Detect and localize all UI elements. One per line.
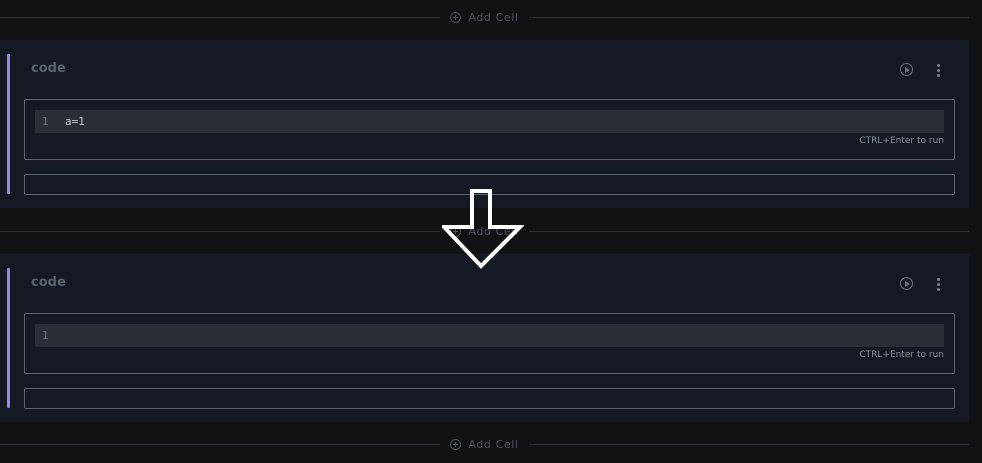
divider-line bbox=[0, 230, 441, 232]
add-cell-button-bottom[interactable]: Add Cell bbox=[440, 438, 528, 451]
add-cell-label: Add Cell bbox=[468, 437, 519, 451]
down-arrow-icon bbox=[442, 189, 524, 269]
play-circle-icon[interactable] bbox=[900, 63, 913, 76]
line-number: 1 bbox=[42, 329, 49, 342]
notebook-page: Add Cell code 1 a=1 CTRL+Enter to run Ad… bbox=[0, 0, 982, 463]
cell-type-label: code bbox=[31, 275, 66, 290]
more-vertical-icon[interactable] bbox=[933, 276, 945, 292]
code-line[interactable]: 1 a=1 bbox=[35, 110, 944, 133]
run-hint: CTRL+Enter to run bbox=[859, 350, 944, 360]
run-hint: CTRL+Enter to run bbox=[859, 136, 944, 146]
plus-circle-icon bbox=[450, 438, 462, 450]
cell-accent-bar bbox=[7, 54, 10, 194]
divider-line bbox=[528, 443, 969, 445]
code-line[interactable]: 1 bbox=[35, 324, 944, 347]
add-cell-label: Add Cell bbox=[468, 10, 519, 24]
divider-line bbox=[528, 16, 969, 18]
line-number: 1 bbox=[42, 115, 49, 128]
divider-line bbox=[0, 16, 441, 18]
code-text[interactable]: a=1 bbox=[63, 115, 85, 128]
code-cell-1[interactable]: code 1 a=1 CTRL+Enter to run bbox=[0, 40, 969, 208]
cell-type-label: code bbox=[31, 61, 66, 76]
add-cell-divider-bottom: Add Cell bbox=[0, 434, 969, 454]
add-cell-button-top[interactable]: Add Cell bbox=[440, 11, 528, 24]
cell-accent-bar bbox=[7, 268, 10, 408]
divider-line bbox=[0, 443, 441, 445]
plus-circle-icon bbox=[450, 11, 462, 23]
cell-output bbox=[24, 388, 955, 409]
code-editor[interactable]: 1 CTRL+Enter to run bbox=[24, 313, 955, 374]
play-circle-icon[interactable] bbox=[900, 277, 913, 290]
code-editor[interactable]: 1 a=1 CTRL+Enter to run bbox=[24, 99, 955, 160]
more-vertical-icon[interactable] bbox=[933, 62, 945, 78]
divider-line bbox=[528, 230, 969, 232]
add-cell-divider-top: Add Cell bbox=[0, 7, 969, 27]
code-cell-2[interactable]: code 1 CTRL+Enter to run bbox=[0, 254, 969, 422]
